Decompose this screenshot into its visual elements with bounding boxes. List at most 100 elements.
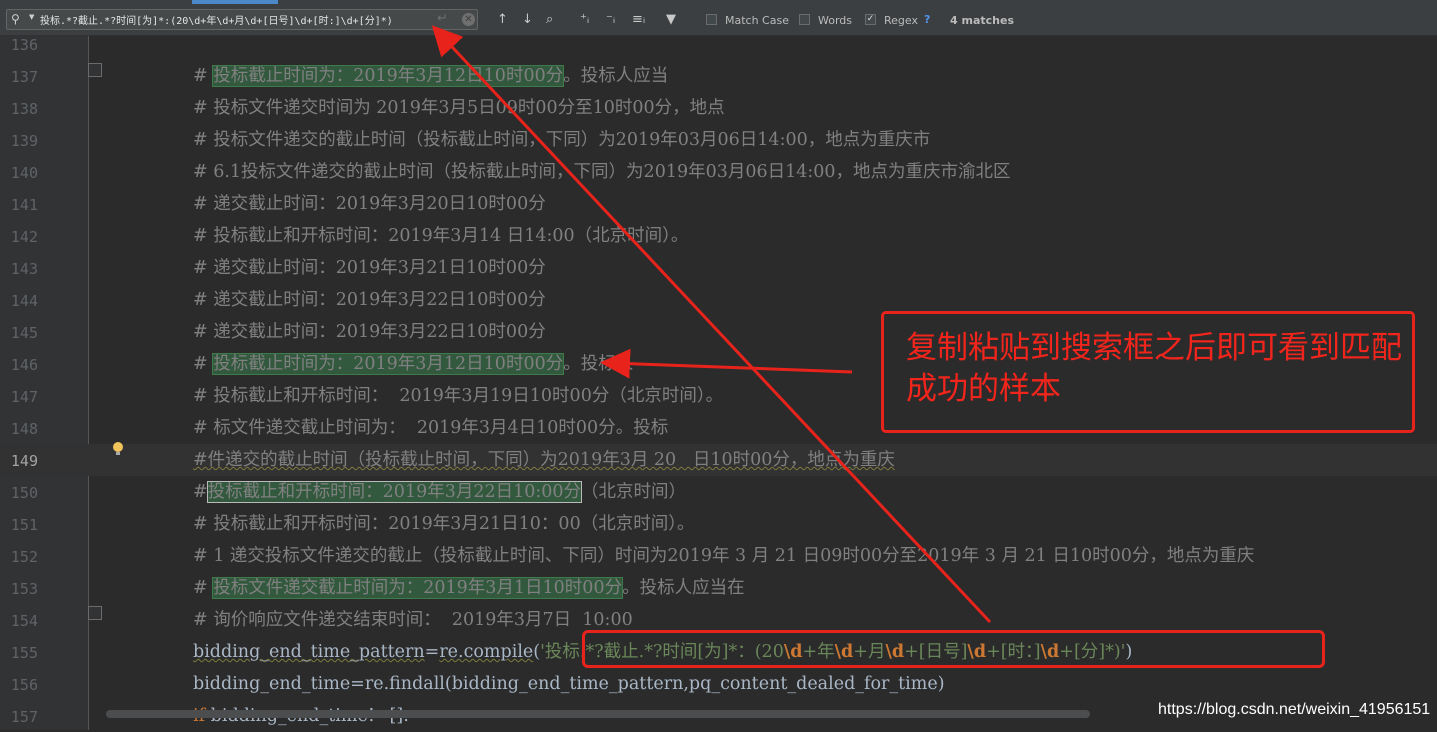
words-checkbox[interactable] — [799, 14, 810, 25]
code-line[interactable]: 139 # 投标文件递交的截止时间（投标截止时间，下同）为2019年03月06日1… — [0, 124, 1437, 156]
line-number: 144 — [10, 292, 38, 310]
lightbulb-icon[interactable] — [113, 442, 123, 455]
search-match-highlight: 投标截止和开标时间：2019年3月22日10:00分 — [206, 481, 583, 503]
line-number: 155 — [10, 644, 38, 662]
code-text[interactable]: #投标截止和开标时间：2019年3月22日10:00分（北京时间） — [193, 481, 686, 503]
function-call: re.compile — [439, 642, 534, 662]
code-line[interactable]: 137 # 投标截止时间为：2019年3月12日10时00分。投标人应当 — [0, 60, 1437, 92]
comment-text: # 询价响应文件递交结束时间： 2019年3月7日 10:00 — [193, 610, 633, 630]
line-number: 157 — [10, 708, 38, 726]
code-text[interactable]: # 递交截止时间：2019年3月21日10时00分 — [193, 257, 546, 279]
search-icon[interactable]: ⚲ — [11, 12, 20, 26]
code-text[interactable]: # 投标截止和开标时间：2019年3月14 日14:00（北京时间）。 — [193, 225, 688, 247]
line-number: 151 — [10, 516, 38, 534]
code-line[interactable]: 136 — [0, 28, 1437, 60]
comment-text: # 投标截止和开标时间： 2019年3月19日10时00分（北京时间）。 — [193, 386, 724, 406]
match-case-label[interactable]: Match Case — [725, 14, 789, 27]
line-number: 146 — [10, 356, 38, 374]
comment-text: # 递交截止时间：2019年3月20日10时00分 — [193, 194, 546, 214]
operator: = — [424, 642, 440, 662]
match-case-checkbox[interactable] — [706, 14, 717, 25]
words-label[interactable]: Words — [818, 14, 852, 27]
code-text[interactable]: # 递交截止时间：2019年3月22日10时00分 — [193, 289, 546, 311]
regex-highlight-frame — [582, 630, 1325, 668]
comment-text: # — [193, 482, 208, 502]
regex-fragment: '投标 — [540, 642, 580, 662]
comment-text: # — [193, 354, 214, 374]
code-line[interactable]: 156 bidding_end_time=re.findall(bidding_e… — [0, 668, 1437, 700]
comment-text: # — [193, 66, 214, 86]
code-line[interactable]: 152 # 1 递交投标文件递交的截止（投标截止时间、下同）时间为2019年 3 … — [0, 540, 1437, 572]
clear-search-icon[interactable]: ✕ — [462, 13, 475, 26]
filter-icon[interactable]: ▼ — [666, 13, 676, 26]
code-text[interactable]: # 投标截止和开标时间： 2019年3月19日10时00分（北京时间）。 — [193, 385, 723, 407]
line-number: 153 — [10, 580, 38, 598]
code-text[interactable]: # 递交截止时间：2019年3月22日10时00分 — [193, 321, 546, 343]
find-all-icon[interactable]: ⌕ — [546, 13, 553, 26]
code-text[interactable]: #件递交的截止时间（投标截止时间，下同）为2019年3月 20 日10时00分，… — [193, 449, 895, 471]
code-line[interactable]: 143 # 递交截止时间：2019年3月21日10时00分 — [0, 252, 1437, 284]
code-line[interactable]: 149 #件递交的截止时间（投标截止时间，下同）为2019年3月 20 日10时0… — [0, 444, 1437, 476]
search-input[interactable] — [40, 12, 430, 27]
new-line-icon[interactable]: ↵ — [437, 11, 448, 26]
code-text[interactable]: # 询价响应文件递交结束时间： 2019年3月7日 10:00 — [193, 609, 633, 631]
regex-help-link[interactable]: ? — [924, 13, 930, 26]
comment-text: # 6.1投标文件递交的截止时间（投标截止时间，下同）为2019年03月06日1… — [193, 162, 1011, 182]
search-box[interactable]: ⚲ ▼ ↵ ✕ — [6, 9, 478, 30]
search-match-highlight: 投标截止时间为：2019年3月12日10时00分 — [212, 353, 565, 375]
search-match-highlight: 投标截止时间为：2019年3月12日10时00分 — [212, 65, 565, 87]
code-text[interactable]: # 投标文件递交时间为 2019年3月5日09时00分至10时00分，地点 — [193, 97, 725, 119]
code-line[interactable]: 140 # 6.1投标文件递交的截止时间（投标截止时间，下同）为2019年03月0… — [0, 156, 1437, 188]
comment-text: # — [193, 578, 214, 598]
next-occurrence-icon[interactable]: ↓ — [522, 13, 533, 26]
line-number: 138 — [10, 100, 38, 118]
comment-text: 。投标人 — [563, 354, 634, 374]
line-number: 149 — [10, 452, 38, 470]
comment-text: 。投标人应当 — [563, 66, 669, 86]
code-line[interactable]: 150 #投标截止和开标时间：2019年3月22日10:00分（北京时间） — [0, 476, 1437, 508]
code-line[interactable]: 153 # 投标文件递交截止时间为：2019年3月1日10时00分。投标人应当在 — [0, 572, 1437, 604]
code-text[interactable]: # 投标截止时间为：2019年3月12日10时00分。投标人 — [193, 353, 633, 375]
code-line[interactable]: 138 # 投标文件递交时间为 2019年3月5日09时00分至10时00分，地点 — [0, 92, 1437, 124]
variable-name: bidding_end_time_pattern — [193, 642, 425, 662]
select-all-occurrences-icon[interactable]: ≡ᵢ — [632, 13, 645, 26]
code-text[interactable]: # 投标文件递交的截止时间（投标截止时间，下同）为2019年03月06日14:0… — [193, 129, 930, 151]
code-line[interactable]: 141 # 递交截止时间：2019年3月20日10时00分 — [0, 188, 1437, 220]
code-text[interactable]: # 投标截止和开标时间：2019年3月21日10：00（北京时间）。 — [193, 513, 694, 535]
horizontal-scrollbar[interactable] — [106, 710, 1090, 718]
findall-statement: bidding_end_time=re.findall(bidding_end_… — [193, 674, 945, 694]
comment-text: # 递交截止时间：2019年3月22日10时00分 — [193, 322, 546, 342]
line-number: 142 — [10, 228, 38, 246]
code-text[interactable]: # 投标文件递交截止时间为：2019年3月1日10时00分。投标人应当在 — [193, 577, 745, 599]
line-number: 136 — [10, 36, 38, 54]
annotation-text: 复制粘贴到搜索框之后即可看到匹配成功的样本 — [906, 330, 1402, 407]
code-text[interactable]: # 投标截止时间为：2019年3月12日10时00分。投标人应当 — [193, 65, 668, 87]
unselect-occurrence-icon[interactable]: ⁻ᵢ — [606, 13, 615, 26]
fold-marker-icon[interactable] — [88, 606, 102, 620]
search-history-dropdown-icon[interactable]: ▼ — [29, 13, 34, 21]
previous-occurrence-icon[interactable]: ↑ — [497, 13, 508, 26]
code-line[interactable]: 142 # 投标截止和开标时间：2019年3月14 日14:00（北京时间）。 — [0, 220, 1437, 252]
code-line[interactable]: 151 # 投标截止和开标时间：2019年3月21日10：00（北京时间）。 — [0, 508, 1437, 540]
line-number: 150 — [10, 484, 38, 502]
comment-text: # 1 递交投标文件递交的截止（投标截止时间、下同）时间为2019年 3 月 2… — [193, 546, 1255, 566]
code-text[interactable]: # 递交截止时间：2019年3月20日10时00分 — [193, 193, 546, 215]
comment-text: # 标文件递交截止时间为： 2019年3月4日10时00分。投标 — [193, 418, 669, 438]
regex-checkbox[interactable]: ✓ — [865, 14, 876, 25]
comment-text: （北京时间） — [581, 482, 687, 502]
code-text[interactable]: bidding_end_time=re.findall(bidding_end_… — [193, 673, 945, 695]
comment-text: # 投标截止和开标时间：2019年3月21日10：00（北京时间）。 — [193, 514, 695, 534]
line-number: 137 — [10, 68, 38, 86]
match-count: 4 matches — [950, 14, 1014, 27]
comment-text: # 投标文件递交时间为 2019年3月5日09时00分至10时00分，地点 — [193, 98, 725, 118]
code-text[interactable]: # 6.1投标文件递交的截止时间（投标截止时间，下同）为2019年03月06日1… — [193, 161, 1011, 183]
line-number: 154 — [10, 612, 38, 630]
add-selection-next-icon[interactable]: ⁺ᵢ — [580, 13, 589, 26]
code-text[interactable]: # 1 递交投标文件递交的截止（投标截止时间、下同）时间为2019年 3 月 2… — [193, 545, 1254, 567]
line-number: 141 — [10, 196, 38, 214]
regex-label[interactable]: Regex — [884, 14, 918, 27]
line-number: 152 — [10, 548, 38, 566]
fold-marker-icon[interactable] — [88, 63, 102, 77]
annotation-callout: 复制粘贴到搜索框之后即可看到匹配成功的样本 — [881, 311, 1415, 433]
code-text[interactable]: # 标文件递交截止时间为： 2019年3月4日10时00分。投标 — [193, 417, 668, 439]
